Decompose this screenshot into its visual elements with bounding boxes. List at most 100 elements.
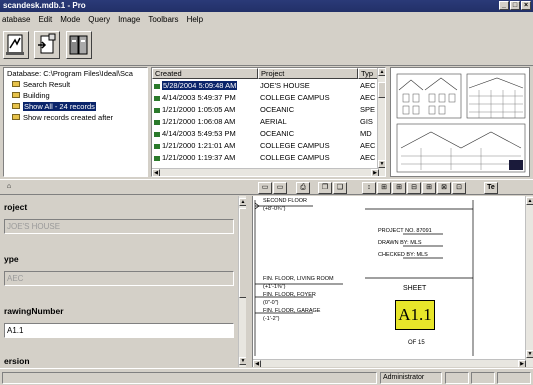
import-icon	[38, 33, 56, 54]
zoom-page-icon[interactable]: ⊡	[452, 182, 466, 194]
tree-item-search-result[interactable]: Search Result	[12, 80, 70, 90]
window-title: scandesk.mdb.1 - Pro	[3, 1, 86, 10]
folder-icon	[12, 103, 20, 110]
column-header-type[interactable]: Typ	[358, 68, 379, 79]
application-window: scandesk.mdb.1 - Pro _ □ × atabase Edit …	[0, 0, 533, 385]
print-icon[interactable]: ⎙	[296, 182, 310, 194]
drawing-number-field[interactable]: A1.1	[4, 323, 234, 338]
folder-icon	[12, 114, 20, 121]
zoom-area-icon[interactable]: ⊞	[377, 182, 391, 194]
level-label: SECOND FLOOR	[263, 198, 308, 204]
type-field[interactable]: AEC	[4, 271, 234, 286]
scroll-thumb[interactable]	[239, 208, 246, 298]
level-label: FIN. FLOOR, GARAGE	[263, 308, 321, 314]
menu-mode[interactable]: Mode	[60, 15, 80, 24]
properties-scrollbar[interactable]: ▲ ▼	[238, 196, 246, 367]
field-label-drawing-number: rawingNumber	[4, 306, 64, 316]
column-header-project[interactable]: Project	[258, 68, 358, 79]
table-row[interactable]: 1/21/2000 1:21:01 AM COLLEGE CAMPUS AEC	[152, 140, 380, 151]
level-elevation: (+1'-1⅜")	[263, 284, 286, 290]
record-icon	[154, 95, 160, 101]
records-hscrollbar[interactable]: ◀ ▶	[152, 168, 379, 176]
maximize-button[interactable]: □	[510, 1, 520, 10]
zoom-fit-icon[interactable]: ↕	[362, 182, 376, 194]
copy-icon[interactable]: ❐	[318, 182, 332, 194]
home-icon[interactable]: ⌂	[4, 182, 14, 194]
records-scrollbar[interactable]: ▲ ▼	[377, 68, 385, 176]
drawing-viewer[interactable]: SECOND FLOOR (+8'-0¾") FIN. FLOOR, LIVIN…	[252, 196, 533, 367]
tree-item-show-created-after[interactable]: Show records created after	[12, 113, 113, 123]
record-icon	[154, 143, 160, 149]
scroll-up-arrow-icon[interactable]: ▲	[526, 197, 533, 205]
archive-icon	[69, 35, 88, 55]
field-label-project: roject	[4, 202, 28, 212]
level-elevation: (+8'-0¾")	[263, 206, 286, 212]
scroll-down-arrow-icon[interactable]: ▼	[239, 357, 246, 365]
record-icon	[154, 155, 160, 161]
thumbnail-preview[interactable]	[390, 67, 530, 177]
status-bar: Administrator	[0, 368, 533, 385]
column-header-created[interactable]: Created	[152, 68, 258, 79]
menu-query[interactable]: Query	[88, 15, 110, 24]
zoom-width-icon[interactable]: ⊞	[422, 182, 436, 194]
table-row[interactable]: 4/14/2003 5:49:37 PM COLLEGE CAMPUS AEC	[152, 92, 380, 103]
menu-bar: atabase Edit Mode Query Image Toolbars H…	[0, 12, 533, 26]
status-panel	[497, 372, 531, 384]
status-panel-main	[2, 372, 377, 384]
field-label-type: ype	[4, 254, 19, 264]
menu-image[interactable]: Image	[118, 15, 140, 24]
scroll-down-arrow-icon[interactable]: ▼	[378, 160, 385, 168]
project-number-label: PROJECT NO. 87091	[378, 228, 432, 234]
table-row[interactable]: 1/21/2000 1:19:37 AM COLLEGE CAMPUS AEC	[152, 152, 380, 163]
tree-database-root[interactable]: Database: C:\Program Files\Ideal\Sca	[7, 69, 133, 79]
text-tool-button[interactable]: Te	[484, 182, 498, 194]
window-controls: _ □ ×	[499, 1, 531, 10]
drawing-hscrollbar[interactable]: ◀ ▶	[253, 359, 526, 367]
table-row[interactable]: 4/14/2003 5:49:53 PM OCEANIC MD	[152, 128, 380, 139]
database-tree: Database: C:\Program Files\Ideal\Sca Sea…	[3, 67, 148, 177]
field-label-version: ersion	[4, 356, 30, 366]
single-view-button[interactable]: ▭	[258, 182, 272, 194]
close-button[interactable]: ×	[521, 1, 531, 10]
archive-button[interactable]	[66, 31, 92, 59]
scroll-left-arrow-icon[interactable]: ◀	[253, 360, 261, 367]
tree-item-building[interactable]: Building	[12, 91, 50, 101]
import-button[interactable]	[34, 31, 60, 59]
scroll-down-arrow-icon[interactable]: ▼	[526, 350, 533, 358]
zoom-out-icon[interactable]: ⊟	[407, 182, 421, 194]
sheet-number-box: A1.1	[395, 300, 435, 330]
menu-help[interactable]: Help	[187, 15, 203, 24]
zoom-in-icon[interactable]: ⊞	[392, 182, 406, 194]
scroll-up-arrow-icon[interactable]: ▲	[378, 68, 385, 76]
menu-edit[interactable]: Edit	[38, 15, 52, 24]
table-row[interactable]: 1/21/2000 1:06:08 AM AERIAL GIS	[152, 116, 380, 127]
level-label: FIN. FLOOR, LIVING ROOM	[263, 276, 334, 282]
record-icon	[154, 131, 160, 137]
tree-item-show-all[interactable]: Show All - 24 records	[12, 102, 96, 112]
scan-icon	[6, 34, 24, 55]
scroll-thumb[interactable]	[378, 82, 385, 98]
split-view-button[interactable]: ▭	[273, 182, 287, 194]
paste-icon[interactable]: ❑	[333, 182, 347, 194]
sheet-label: SHEET	[403, 285, 427, 292]
main-toolbar	[0, 26, 533, 66]
project-field[interactable]: JOE'S HOUSE	[4, 219, 234, 234]
scroll-left-arrow-icon[interactable]: ◀	[152, 169, 160, 176]
scan-button[interactable]	[3, 31, 29, 59]
checked-by-label: CHECKED BY: MLS	[378, 252, 428, 258]
zoom-height-icon[interactable]: ⊠	[437, 182, 451, 194]
viewer-toolbar: ⌂ ▭ ▭ ⎙ ❐ ❑ ↕ ⊞ ⊞ ⊟ ⊞ ⊠ ⊡ Te	[0, 179, 533, 195]
scroll-up-arrow-icon[interactable]: ▲	[239, 198, 246, 206]
title-bar: scandesk.mdb.1 - Pro _ □ ×	[0, 0, 533, 12]
scroll-right-arrow-icon[interactable]: ▶	[371, 169, 379, 176]
table-row[interactable]: 5/28/2004 5:09:48 AM JOE'S HOUSE AEC	[152, 80, 380, 91]
level-label: FIN. FLOOR, FOYER	[263, 292, 316, 298]
menu-database[interactable]: atabase	[2, 15, 30, 24]
minimize-button[interactable]: _	[499, 1, 509, 10]
scroll-right-arrow-icon[interactable]: ▶	[518, 360, 526, 367]
record-icon	[154, 83, 160, 89]
table-row[interactable]: 1/21/2000 1:05:05 AM OCEANIC SPE	[152, 104, 380, 115]
drawing-scrollbar[interactable]: ▲ ▼	[525, 196, 533, 367]
menu-toolbars[interactable]: Toolbars	[148, 15, 178, 24]
record-icon	[154, 107, 160, 113]
